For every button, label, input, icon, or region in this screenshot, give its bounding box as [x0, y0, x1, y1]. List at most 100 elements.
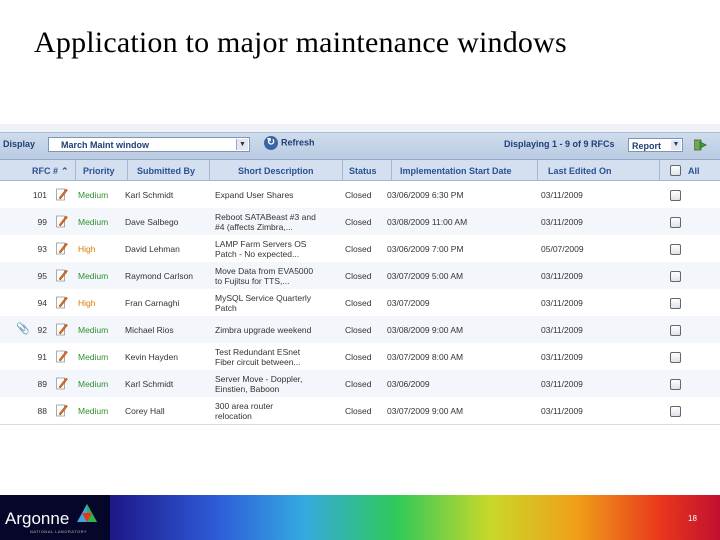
refresh-button[interactable]: ↻ Refresh [264, 136, 315, 150]
table-row[interactable]: 101 Medium Karl Schmidt Expand User Shares C… [0, 181, 720, 209]
last-edited: 05/07/2009 [541, 244, 584, 254]
description-line-1: MySQL Service Quarterly [215, 293, 312, 303]
col-status[interactable]: Status [349, 166, 377, 176]
last-edited: 03/11/2009 [541, 379, 583, 389]
description-line-2: Patch - No expected... [215, 249, 300, 259]
rfc-number[interactable]: 99 [27, 217, 47, 227]
col-rfc[interactable]: RFC # [32, 166, 58, 176]
status-value: Closed [345, 190, 372, 200]
row-checkbox[interactable] [670, 271, 681, 282]
column-divider [127, 160, 128, 180]
column-divider [659, 160, 660, 180]
record-count: Displaying 1 - 9 of 9 RFCs [504, 139, 615, 149]
description-line-1: Expand User Shares [215, 190, 294, 200]
submitted-by: Karl Schmidt [125, 379, 174, 389]
implementation-start: 03/06/2009 6:30 PM [387, 190, 464, 200]
description-line-2: #4 (affects Zimbra,... [215, 222, 293, 232]
view-select[interactable]: March Maint window ▼ [48, 137, 250, 152]
rfc-number[interactable]: 88 [27, 406, 47, 416]
rfc-number[interactable]: 101 [27, 190, 47, 200]
row-checkbox[interactable] [670, 379, 681, 390]
rfc-number[interactable]: 95 [27, 271, 47, 281]
refresh-icon: ↻ [264, 136, 278, 150]
col-submitted-by[interactable]: Submitted By [137, 166, 195, 176]
col-last-edited[interactable]: Last Edited On [548, 166, 612, 176]
table-row[interactable]: 📎 92 Medium Michael Rios Zimbra upgrade week… [0, 316, 720, 344]
description-line-2: to Fujitsu for TTS,... [215, 276, 290, 286]
edit-icon[interactable] [56, 349, 68, 363]
edit-icon[interactable] [56, 214, 68, 228]
col-priority[interactable]: Priority [83, 166, 115, 176]
slide-footer: Argonne NATIONAL LABORATORY 18 [0, 495, 720, 540]
go-arrow-icon[interactable] [694, 138, 708, 152]
status-value: Closed [345, 352, 372, 362]
row-checkbox[interactable] [670, 190, 681, 201]
rfc-number[interactable]: 92 [27, 325, 47, 335]
description-line-1: Reboot SATABeast #3 and [215, 212, 316, 222]
priority-value: Medium [78, 271, 109, 281]
status-value: Closed [345, 379, 372, 389]
view-select-value: March Maint window [61, 140, 150, 150]
row-checkbox[interactable] [670, 406, 681, 417]
implementation-start: 03/06/2009 7:00 PM [387, 244, 464, 254]
argonne-logo: Argonne NATIONAL LABORATORY [0, 495, 110, 540]
edit-icon[interactable] [56, 295, 68, 309]
description-line-2: Fiber circuit between... [215, 357, 301, 367]
rfc-number[interactable]: 89 [27, 379, 47, 389]
table-row[interactable]: 99 Medium Dave Salbego Reboot SATABeast #3 … [0, 208, 720, 236]
edit-icon[interactable] [56, 241, 68, 255]
last-edited: 03/11/2009 [541, 298, 583, 308]
priority-value: High [78, 298, 96, 308]
edit-icon[interactable] [56, 268, 68, 282]
status-value: Closed [345, 325, 372, 335]
col-all: All [688, 166, 700, 176]
implementation-start: 03/07/2009 [387, 298, 430, 308]
display-label: Display [3, 139, 36, 149]
row-checkbox[interactable] [670, 352, 681, 363]
table-row[interactable]: 91 Medium Kevin Hayden Test Redundant ESnet… [0, 343, 720, 371]
rfc-number[interactable]: 93 [27, 244, 47, 254]
status-value: Closed [345, 298, 372, 308]
last-edited: 03/11/2009 [541, 217, 583, 227]
table-row[interactable]: 95 Medium Raymond Carlson Move Data from EV… [0, 262, 720, 290]
description-line-1: Server Move - Doppler, [215, 374, 303, 384]
report-select[interactable]: Report ▼ [628, 138, 683, 152]
row-checkbox[interactable] [670, 298, 681, 309]
table-row[interactable]: 93 High David Lehman LAMP Farm Servers OS Pa… [0, 235, 720, 263]
row-checkbox[interactable] [670, 217, 681, 228]
table-row[interactable]: 89 Medium Karl Schmidt Server Move - Dopple… [0, 370, 720, 398]
col-short-description[interactable]: Short Description [238, 166, 314, 176]
submitted-by: Corey Hall [125, 406, 165, 416]
refresh-label: Refresh [281, 137, 315, 148]
chevron-down-icon: ▼ [236, 139, 248, 150]
status-value: Closed [345, 406, 372, 416]
select-all-checkbox[interactable] [670, 165, 681, 176]
row-checkbox[interactable] [670, 244, 681, 255]
col-implementation-start[interactable]: Implementation Start Date [400, 166, 512, 176]
toolbar: Display March Maint window ▼ ↻ Refresh Di… [0, 132, 720, 160]
implementation-start: 03/07/2009 9:00 AM [387, 406, 464, 416]
column-divider [537, 160, 538, 180]
submitted-by: Fran Carnaghi [125, 298, 180, 308]
row-checkbox[interactable] [670, 325, 681, 336]
edit-icon[interactable] [56, 376, 68, 390]
page-number: 18 [688, 514, 697, 523]
submitted-by: Karl Schmidt [125, 190, 174, 200]
table-row[interactable]: 94 High Fran Carnaghi MySQL Service Quarter… [0, 289, 720, 317]
priority-value: Medium [78, 406, 109, 416]
last-edited: 03/11/2009 [541, 406, 583, 416]
priority-value: Medium [78, 325, 109, 335]
last-edited: 03/11/2009 [541, 325, 583, 335]
edit-icon[interactable] [56, 187, 68, 201]
implementation-start: 03/07/2009 8:00 AM [387, 352, 464, 362]
rfc-number[interactable]: 94 [27, 298, 47, 308]
priority-value: Medium [78, 379, 109, 389]
edit-icon[interactable] [56, 322, 68, 336]
logo-text: Argonne [5, 509, 70, 528]
implementation-start: 03/07/2009 5:00 AM [387, 271, 464, 281]
sort-icon: ⌃ [61, 166, 69, 176]
table-row[interactable]: 88 Medium Corey Hall 300 area router relocat… [0, 397, 720, 425]
slide-title: Application to major maintenance windows [34, 26, 567, 59]
rfc-number[interactable]: 91 [27, 352, 47, 362]
edit-icon[interactable] [56, 403, 68, 417]
